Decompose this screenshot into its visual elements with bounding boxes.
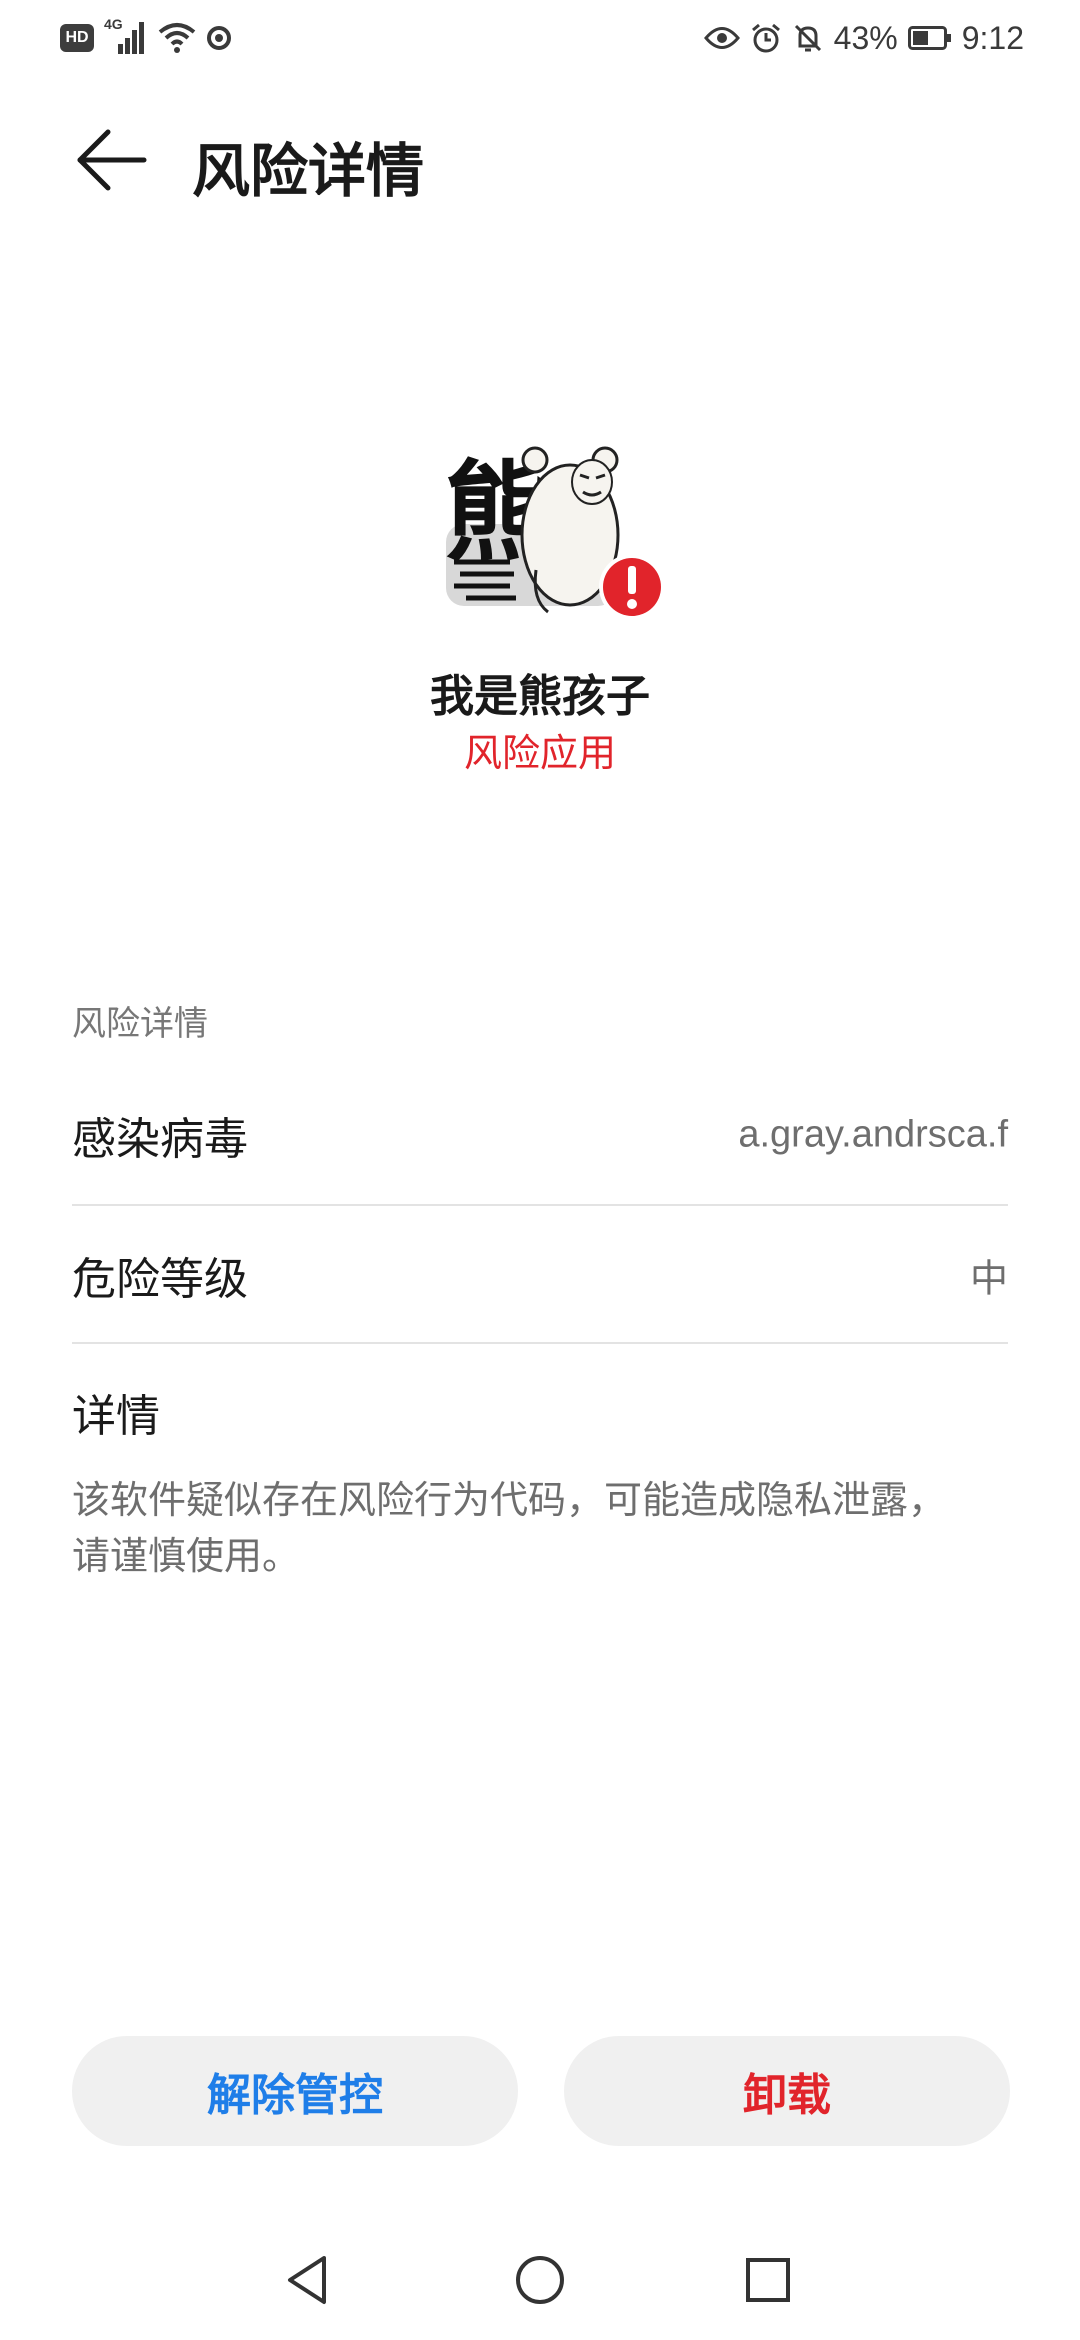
battery-percent: 43% <box>833 19 898 56</box>
uninstall-button[interactable]: 卸载 <box>564 2036 1010 2146</box>
hd-icon: HD <box>60 24 94 52</box>
back-button[interactable] <box>72 120 152 200</box>
nav-home-button[interactable] <box>500 2240 580 2320</box>
virus-label: 感染病毒 <box>72 1114 248 1165</box>
nav-back-button[interactable] <box>268 2240 348 2320</box>
nav-back-icon <box>288 2256 326 2304</box>
app-risk-status: 风险应用 <box>463 731 616 775</box>
wifi-icon <box>158 23 196 53</box>
status-bar-right: 43% 9:12 <box>703 16 1024 60</box>
bear-app-icon: 熊 <box>440 420 680 630</box>
detail-label: 详情 <box>72 1391 160 1442</box>
clock: 9:12 <box>961 19 1024 56</box>
divider <box>72 1342 1008 1344</box>
status-bar: HD 4G 43% 9:12 <box>0 0 1080 80</box>
mute-bell-icon <box>794 24 821 52</box>
eye-icon <box>703 27 740 49</box>
nav-recents-button[interactable] <box>728 2240 808 2320</box>
page-title: 风险详情 <box>192 137 425 205</box>
battery-icon <box>907 26 951 50</box>
release-control-button[interactable]: 解除管控 <box>72 2036 518 2146</box>
detail-text: 该软件疑似存在风险行为代码，可能造成隐私泄露，请谨慎使用。 <box>72 1478 947 1578</box>
alarm-icon <box>751 23 780 53</box>
nav-home-icon <box>516 2256 564 2304</box>
section-label: 风险详情 <box>72 1004 208 1044</box>
app-name: 我是熊孩子 <box>430 671 650 722</box>
back-arrow-icon <box>77 129 147 191</box>
vpn-icon <box>207 26 231 50</box>
danger-level-row: 危险等级 中 <box>72 1206 1008 1344</box>
signal-icon: 4G <box>104 16 148 56</box>
danger-level-value: 中 <box>969 1256 1008 1301</box>
virus-row: 感染病毒 a.gray.andrsca.f <box>72 1066 1008 1204</box>
status-bar-left: HD 4G <box>60 16 232 58</box>
danger-level-label: 危险等级 <box>72 1254 248 1305</box>
nav-recents-icon <box>746 2258 790 2302</box>
virus-value: a.gray.andrsca.f <box>738 1113 1008 1156</box>
